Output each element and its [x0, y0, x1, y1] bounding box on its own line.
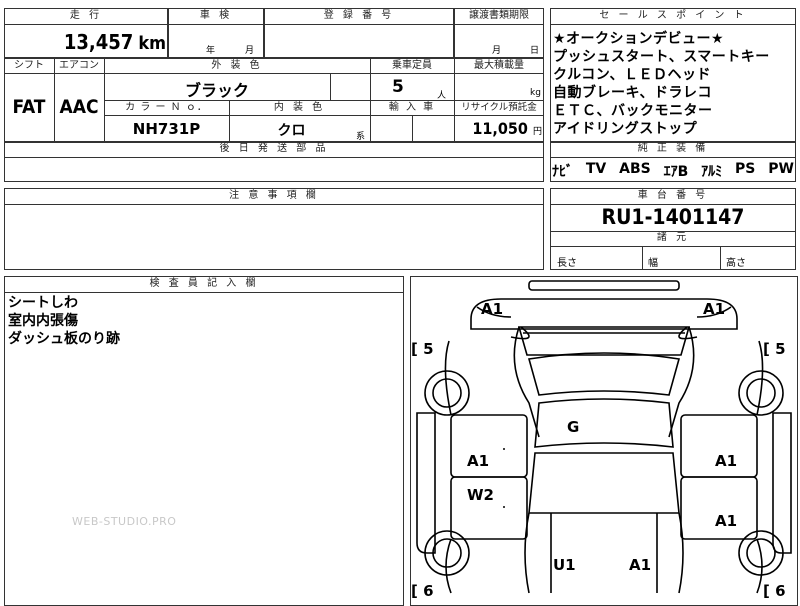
chassis-number: RU1-1401147 — [601, 205, 745, 229]
car-outline-drawing — [416, 280, 792, 594]
equipment-item: ABS — [619, 161, 651, 177]
aircon-header: エアコン — [59, 60, 99, 71]
color-no-value: NH731P — [132, 120, 201, 138]
shaken-year-unit: 年 — [206, 46, 216, 56]
color-no-header: カ ラ ー Ｎ ｏ． — [125, 102, 208, 113]
equipment-item: TV — [585, 161, 607, 177]
import-header: 輸 入 車 — [388, 102, 436, 113]
recycle-value-row: 11,050 円 — [456, 119, 542, 138]
divider — [720, 246, 721, 270]
mark-tire-front-left: [ 5 — [411, 340, 434, 358]
load-unit: kg — [530, 88, 541, 98]
interior-header: 内 装 色 — [273, 102, 326, 113]
mark-front-left: A1 — [481, 300, 504, 318]
divider — [550, 24, 796, 25]
inspector-header: 検 査 員 記 入 欄 — [149, 278, 259, 289]
chassis-header: 車 台 番 号 — [637, 190, 709, 201]
interior-color-value: クロ — [277, 123, 306, 139]
divider — [550, 157, 796, 158]
selling-point: クルコン、ＬＥＤヘッド — [553, 67, 711, 83]
mark-tire-rear-left: [ 6 — [411, 582, 434, 600]
mark-roof: G — [567, 418, 580, 436]
recycle-value: 11,050 — [472, 119, 528, 138]
divider — [104, 115, 544, 116]
mark-left-rear-door: W2 — [467, 486, 494, 504]
selling-point: ★オークションデビュー★ — [553, 31, 725, 47]
inspector-notes: シートしわ 室内内張傷 ダッシュ板のり跡 — [8, 294, 120, 348]
mark-tire-rear-right: [ 6 — [763, 582, 786, 600]
mark-rear-left: U1 — [553, 556, 576, 574]
width-label: 幅 — [648, 258, 658, 269]
dimensions-header: 諸 元 — [656, 232, 690, 243]
equipment-item: ﾅﾋﾞ — [552, 164, 573, 180]
mark-front-right: A1 — [703, 300, 726, 318]
mileage-value: 13,457 — [63, 30, 134, 54]
inspector-note: 室内内張傷 — [8, 313, 78, 329]
aircon-value: AAC — [59, 96, 99, 118]
length-label: 長さ — [557, 258, 577, 269]
divider — [264, 24, 454, 25]
mark-right-front-door: A1 — [715, 452, 738, 470]
selling-points-list: ★オークションデビュー★ プッシュスタート、スマートキー クルコン、ＬＥＤヘッド… — [553, 30, 795, 138]
selling-point: プッシュスタート、スマートキー — [553, 49, 770, 65]
exterior-header: 外 装 色 — [211, 60, 263, 71]
car-diagram: A1 A1 [ 5 [ 5 G A1 A1 W2 A1 U1 A1 [ 6 [ … — [410, 276, 798, 606]
max-load-header: 最大積載量 — [474, 60, 524, 71]
capacity-value: 5 — [392, 77, 404, 97]
mark-right-rear-door: A1 — [715, 512, 738, 530]
exterior-color-value: ブラック — [184, 81, 249, 100]
divider — [330, 73, 331, 100]
recycle-unit: 円 — [532, 127, 542, 137]
divider — [4, 157, 544, 158]
transfer-day-unit: 日 — [530, 46, 540, 56]
shaken-month-unit: 月 — [245, 46, 255, 56]
caution-header: 注 意 事 項 欄 — [229, 190, 319, 201]
equipment-header: 純 正 装 備 — [637, 143, 709, 154]
divider — [642, 246, 643, 270]
inspector-note: シートしわ — [8, 295, 78, 311]
equipment-item: PS — [735, 161, 756, 177]
capacity-unit: 人 — [437, 91, 447, 101]
mark-tire-front-right: [ 5 — [763, 340, 786, 358]
selling-point: ＥＴＣ、バックモニター — [553, 103, 713, 119]
mark-left-front-door: A1 — [467, 452, 490, 470]
shift-header: シフト — [14, 60, 44, 71]
reg-header: 登 録 番 号 — [323, 10, 395, 21]
divider — [4, 73, 544, 74]
divider — [550, 246, 796, 247]
shaken-header: 車 検 — [199, 10, 233, 21]
watermark: WEB-STUDIO.PRO — [72, 515, 177, 528]
divider — [168, 24, 264, 25]
mileage-unit: km — [138, 33, 166, 54]
recycle-header: リサイクル預託金 — [461, 102, 537, 113]
interior-suffix: 系 — [356, 132, 366, 142]
mileage-header: 走 行 — [69, 10, 103, 21]
transfer-header: 譲渡書類期限 — [469, 10, 529, 21]
mark-rear-right: A1 — [629, 556, 652, 574]
inspector-note: ダッシュ板のり跡 — [8, 331, 120, 347]
capacity-header: 乗車定員 — [392, 60, 432, 71]
height-label: 高さ — [726, 258, 746, 269]
equipment-item: PW — [768, 161, 794, 177]
divider — [4, 24, 168, 25]
later-parts-header: 後 日 発 送 部 品 — [219, 143, 329, 154]
shift-value: FAT — [12, 96, 46, 118]
equipment-item: ｴｱB — [663, 164, 689, 180]
equipment-list: ﾅﾋﾞ TV ABS ｴｱB ｱﾙﾐ PS PW — [552, 161, 794, 181]
divider — [4, 292, 404, 293]
selling-point: 自動ブレーキ、ドラレコ — [553, 85, 712, 101]
equipment-item: ｱﾙﾐ — [701, 164, 723, 180]
mileage-value-row: 13,457 km — [60, 30, 166, 54]
divider — [412, 115, 413, 142]
transfer-month-unit: 月 — [492, 46, 502, 56]
selling-point: アイドリングストップ — [553, 121, 698, 137]
selling-points-header: セ ー ル ス ポ イ ン ト — [599, 10, 747, 21]
divider — [454, 24, 544, 25]
divider — [4, 204, 544, 205]
